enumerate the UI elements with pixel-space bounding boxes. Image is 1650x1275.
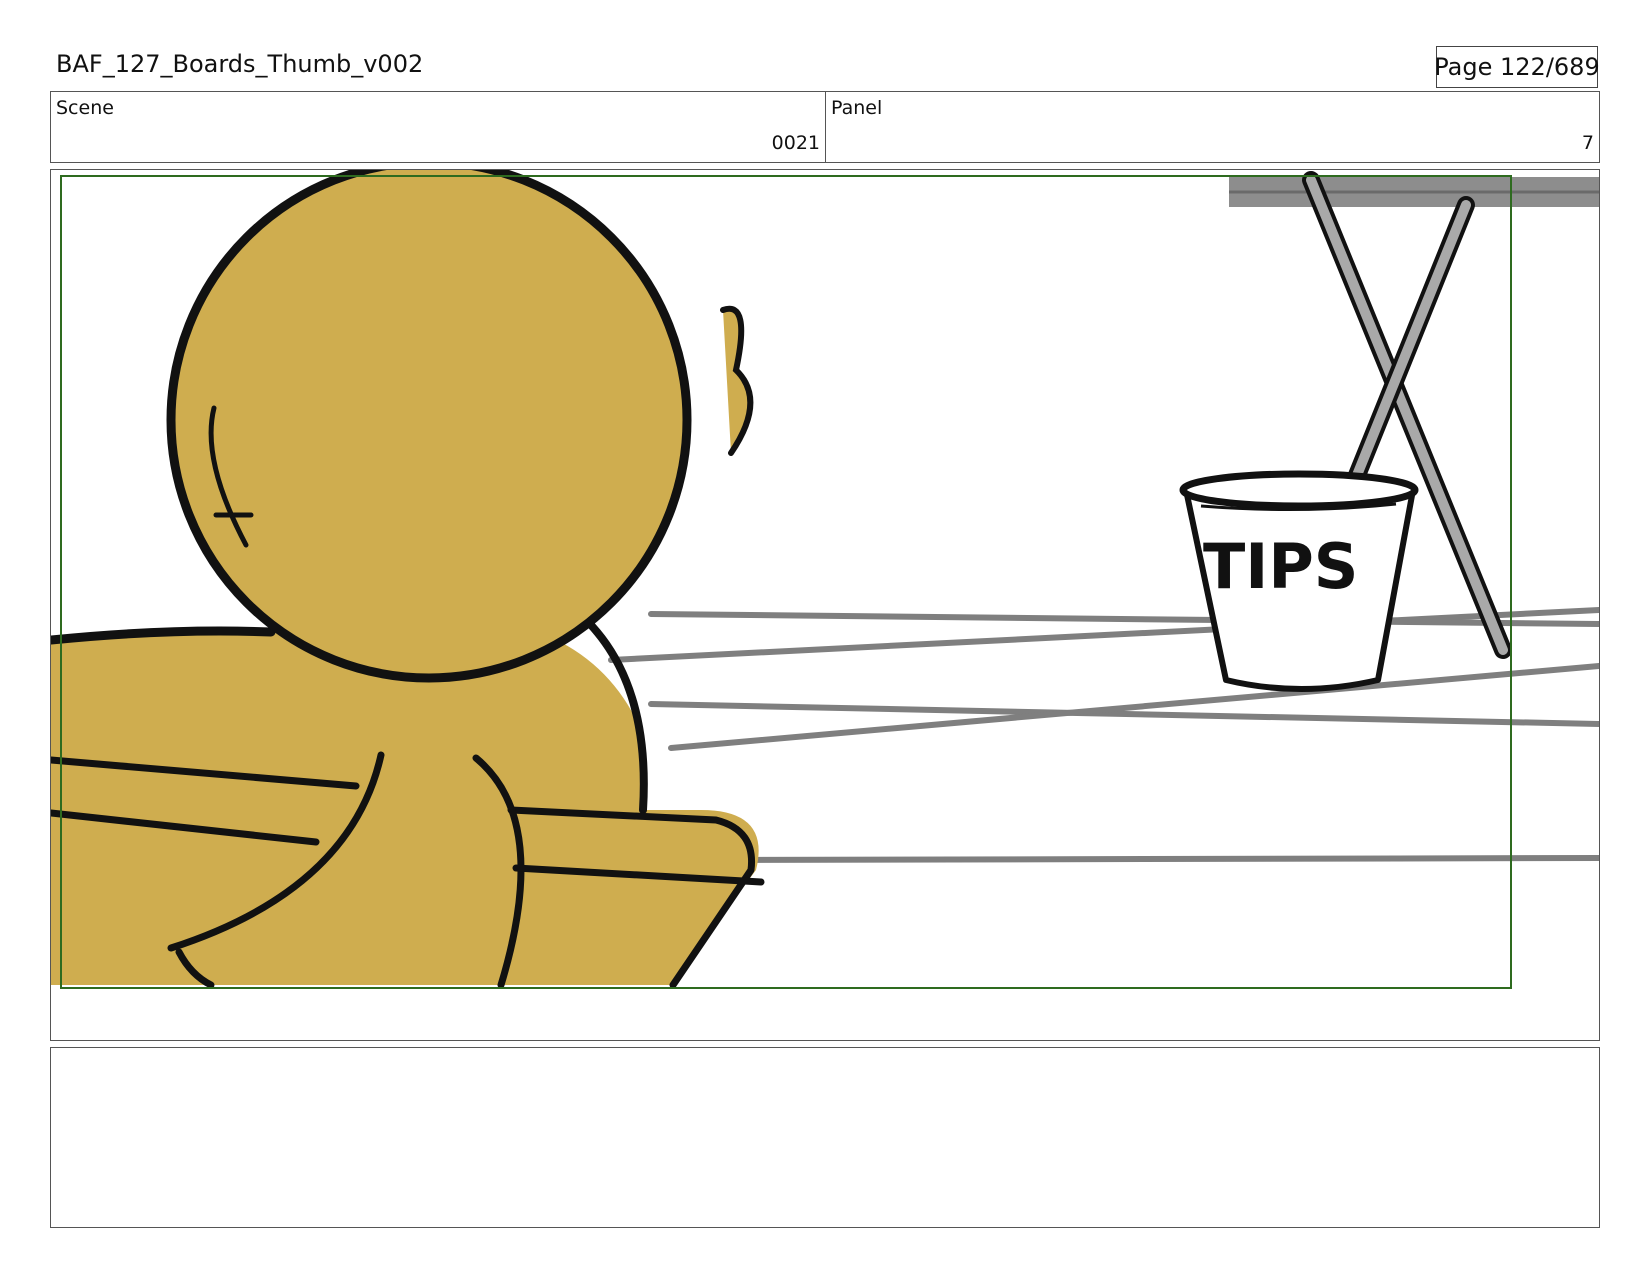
storyboard-drawing: TIPS: [51, 170, 1599, 989]
scene-label: Scene: [56, 97, 114, 119]
panel-label: Panel: [831, 97, 883, 119]
storyboard-frame: TIPS: [50, 169, 1600, 1041]
bucket-label: TIPS: [1203, 530, 1358, 603]
panel-value: 7: [1581, 132, 1594, 154]
notes-box: [50, 1047, 1600, 1228]
document-title: BAF_127_Boards_Thumb_v002: [56, 50, 424, 78]
character-head: [166, 170, 754, 683]
scene-value: 0021: [771, 132, 820, 154]
tips-bucket: TIPS: [1179, 470, 1419, 692]
table-edge: [1229, 177, 1599, 207]
page-number: Page 122/689: [1434, 46, 1600, 88]
scene-cell: Scene 0021: [51, 92, 826, 162]
floor-lines: [608, 607, 1599, 863]
info-row: Scene 0021 Panel 7: [50, 91, 1600, 163]
panel-cell: Panel 7: [826, 92, 1599, 162]
